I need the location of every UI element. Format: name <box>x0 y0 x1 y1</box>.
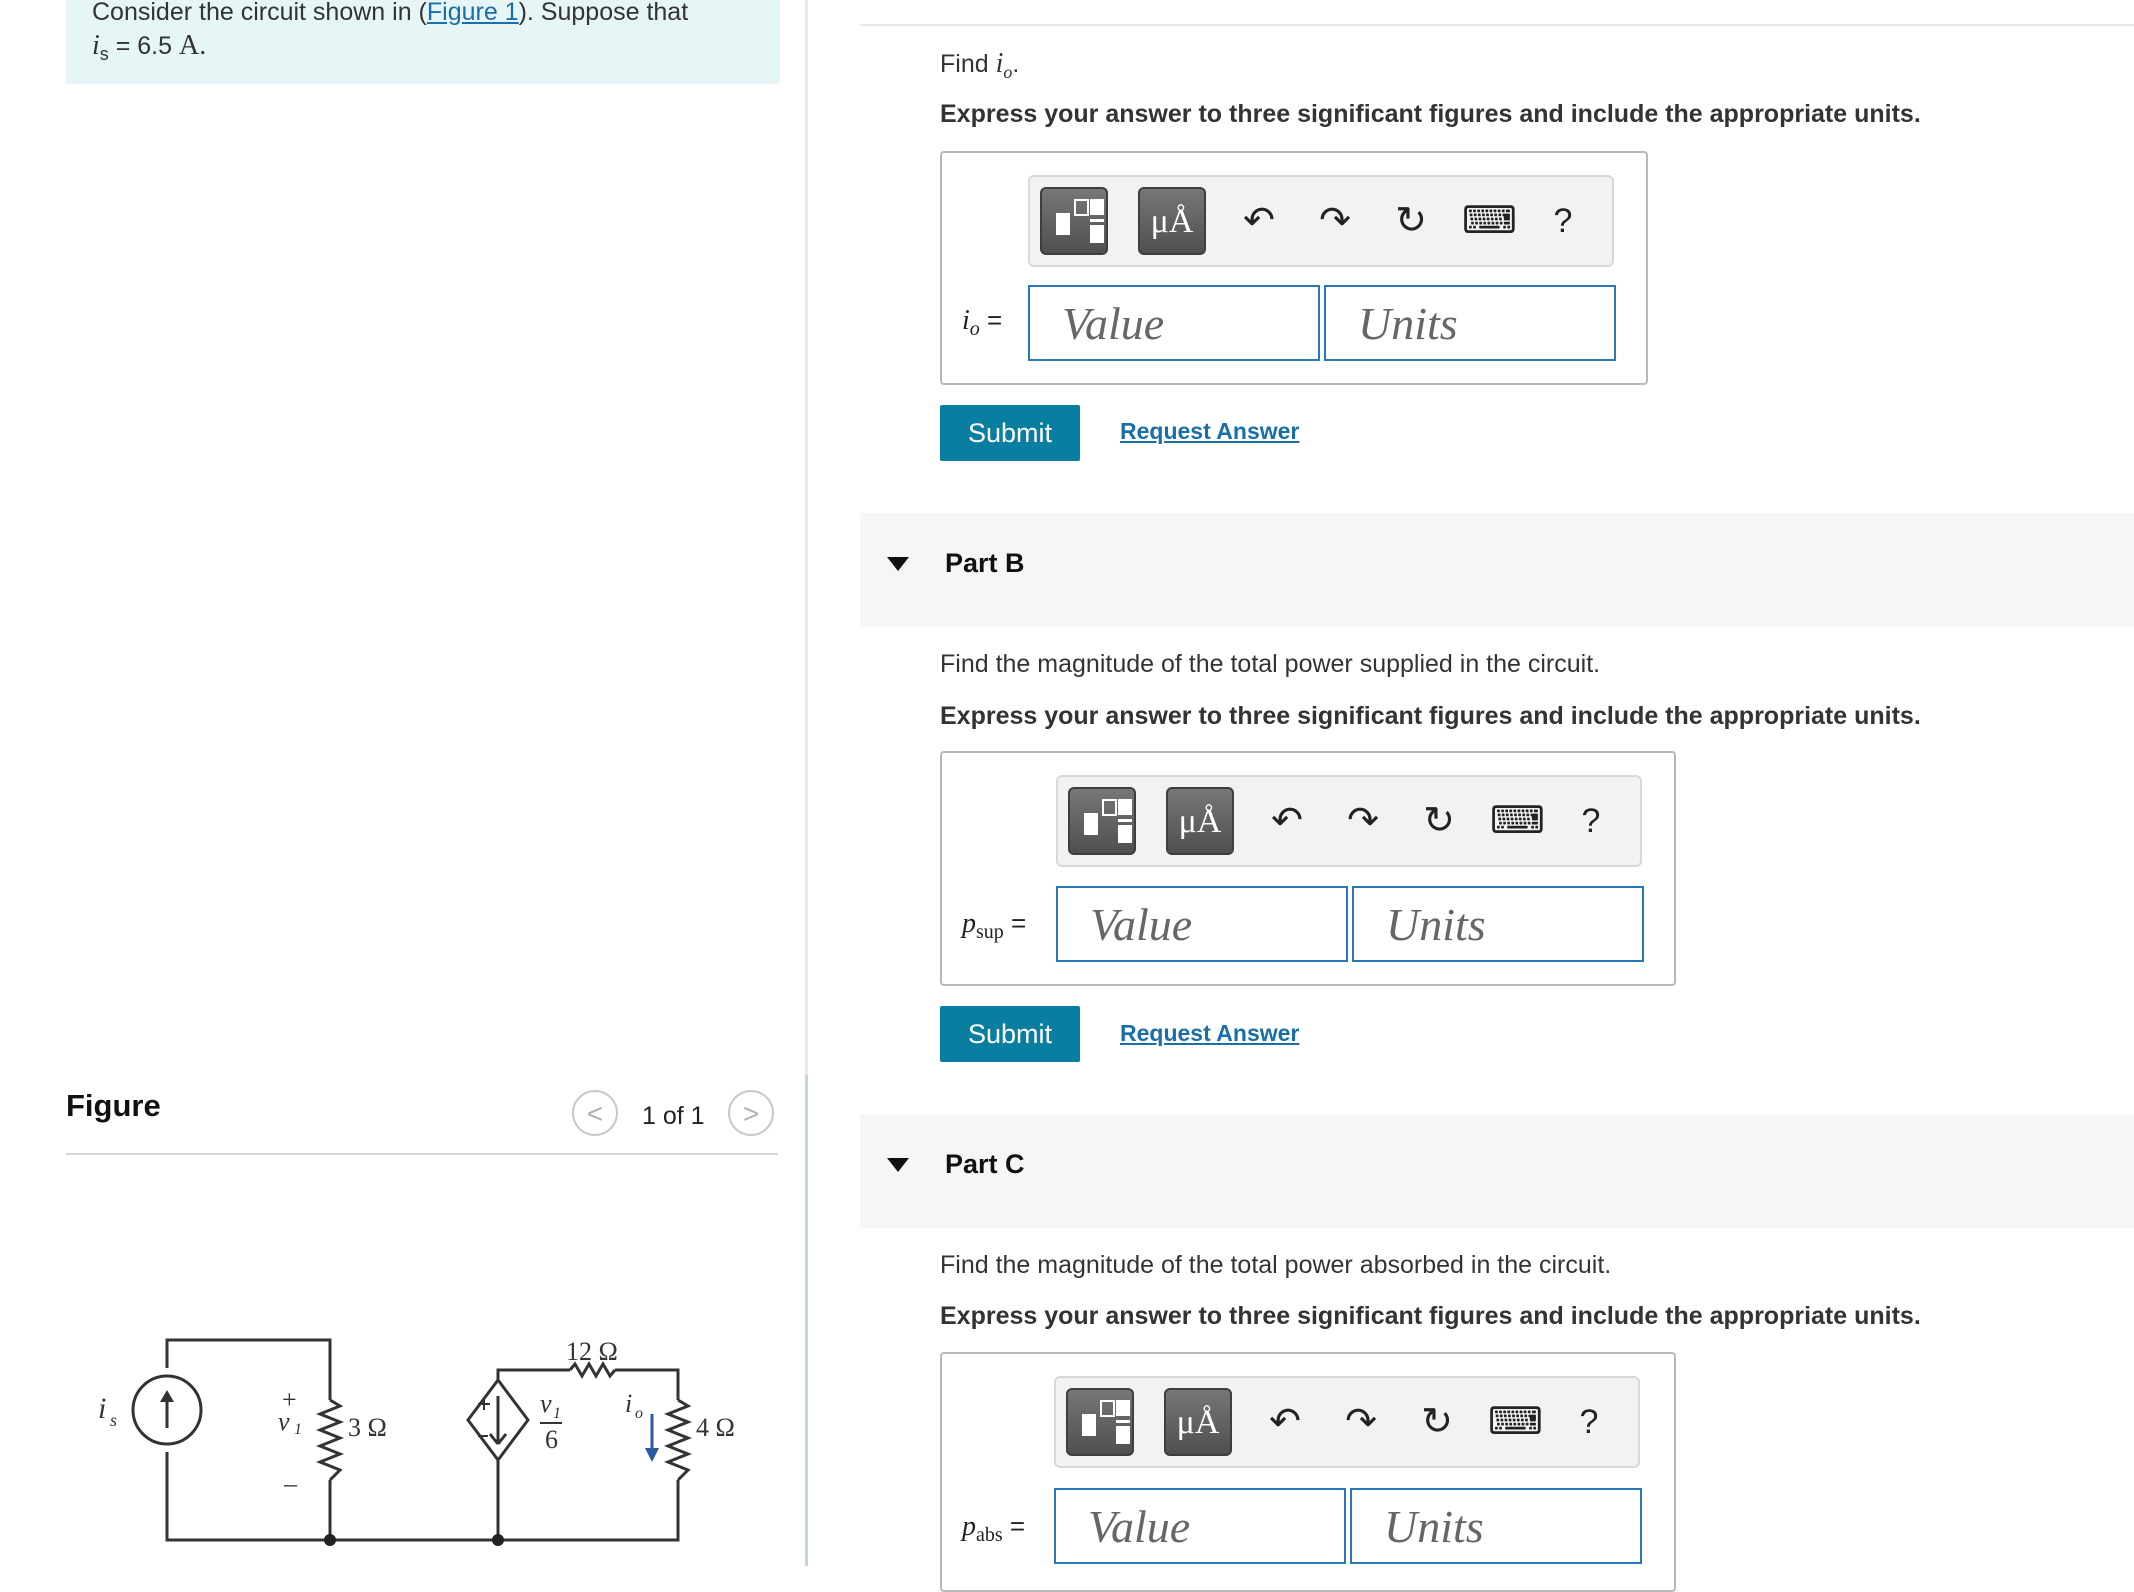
partB-header[interactable]: Part B <box>860 513 2134 627</box>
partC-keyboard-icon[interactable]: ⌨ <box>1488 1394 1543 1450</box>
figure-divider <box>66 1153 778 1155</box>
partC-help-icon[interactable]: ? <box>1564 1394 1614 1450</box>
partA-redo-icon[interactable]: ↷ <box>1310 193 1360 249</box>
partB-var-label: psup = <box>962 908 1027 944</box>
partA-help-icon[interactable]: ? <box>1538 193 1588 249</box>
partC-toolbar: μÅ ↶ ↷ ↻ ⌨ ? <box>1054 1376 1640 1468</box>
io-label: i <box>625 1389 632 1418</box>
partC-title: Part C <box>945 1149 1025 1179</box>
partB-title: Part B <box>945 548 1025 578</box>
partB-request-answer-link[interactable]: Request Answer <box>1120 1020 1299 1047</box>
partC-undo-icon[interactable]: ↶ <box>1260 1394 1310 1450</box>
v1-label-sub: 1 <box>294 1421 302 1438</box>
figure-link[interactable]: Figure 1 <box>427 0 519 26</box>
circuit-diagram: i s + v v 1 – 3 Ω 12 Ω 4 Ω v 1 6 i o + <box>98 1337 735 1546</box>
figure-prev-button[interactable]: < <box>572 1090 618 1136</box>
partC-collapse-icon[interactable] <box>887 1158 909 1172</box>
partA-question: Find io. <box>940 48 1020 82</box>
figure-next-button[interactable]: > <box>728 1090 774 1136</box>
partA-value-input[interactable] <box>1028 285 1320 361</box>
top-separator <box>860 0 2134 26</box>
problem-statement: Consider the circuit shown in (Figure 1)… <box>66 0 780 84</box>
partA-units-input[interactable] <box>1324 285 1616 361</box>
figure-counter: 1 of 1 <box>642 1102 705 1130</box>
partC-templates-button[interactable] <box>1066 1388 1134 1456</box>
partB-help-icon[interactable]: ? <box>1566 793 1616 849</box>
partA-keyboard-icon[interactable]: ⌨ <box>1462 193 1517 249</box>
partC-units-input[interactable] <box>1350 1488 1642 1564</box>
partC-var-label: pabs = <box>962 1511 1026 1547</box>
partA-templates-button[interactable] <box>1040 187 1108 255</box>
partB-templates-button[interactable] <box>1068 787 1136 855</box>
partA-instruction: Express your answer to three significant… <box>940 100 1921 128</box>
partA-answer-box: μÅ ↶ ↷ ↻ ⌨ ? io = <box>940 151 1648 385</box>
figure-title: Figure <box>66 1088 161 1123</box>
dep-num-sub: 1 <box>553 1405 561 1422</box>
partB-question: Find the magnitude of the total power su… <box>940 650 1601 678</box>
dep-den: 6 <box>545 1425 558 1454</box>
partB-redo-icon[interactable]: ↷ <box>1338 793 1388 849</box>
r3-label: 3 Ω <box>348 1413 387 1442</box>
partB-reset-icon[interactable]: ↻ <box>1414 793 1464 849</box>
r4-label: 4 Ω <box>696 1413 735 1442</box>
partC-units-button[interactable]: μÅ <box>1164 1388 1232 1456</box>
partA-undo-icon[interactable]: ↶ <box>1234 193 1284 249</box>
problem-intro: Consider the circuit shown in (Figure 1)… <box>92 0 689 26</box>
partC-header[interactable]: Part C <box>860 1114 2134 1228</box>
panel-divider-top <box>805 0 808 1075</box>
partA-reset-icon[interactable]: ↻ <box>1386 193 1436 249</box>
v1-label-main: v <box>278 1407 290 1436</box>
panel-divider <box>805 1075 808 1566</box>
problem-given: is = 6.5 A. <box>92 30 207 64</box>
v1-minus: – <box>283 1469 298 1498</box>
partB-undo-icon[interactable]: ↶ <box>1262 793 1312 849</box>
partC-answer-box: μÅ ↶ ↷ ↻ ⌨ ? pabs = <box>940 1352 1676 1592</box>
partB-submit-button[interactable]: Submit <box>940 1006 1080 1062</box>
partA-submit-button[interactable]: Submit <box>940 405 1080 461</box>
partB-keyboard-icon[interactable]: ⌨ <box>1490 793 1545 849</box>
partB-units-input[interactable] <box>1352 886 1644 962</box>
dep-num: v <box>540 1389 552 1418</box>
partC-value-input[interactable] <box>1054 1488 1346 1564</box>
partB-toolbar: μÅ ↶ ↷ ↻ ⌨ ? <box>1056 775 1642 867</box>
partC-redo-icon[interactable]: ↷ <box>1336 1394 1386 1450</box>
partB-instruction: Express your answer to three significant… <box>940 702 1921 730</box>
partC-instruction: Express your answer to three significant… <box>940 1302 1921 1330</box>
io-label-sub: o <box>635 1405 643 1422</box>
left-panel: Consider the circuit shown in (Figure 1)… <box>0 0 806 1566</box>
partB-answer-box: μÅ ↶ ↷ ↻ ⌨ ? psup = <box>940 751 1676 986</box>
r12-label: 12 Ω <box>566 1337 618 1366</box>
right-panel: Find io. Express your answer to three si… <box>860 0 2134 1592</box>
partB-units-button[interactable]: μÅ <box>1166 787 1234 855</box>
source-label-sub: s <box>110 1410 117 1430</box>
partC-reset-icon[interactable]: ↻ <box>1412 1394 1462 1450</box>
source-label: i <box>98 1392 106 1425</box>
partA-var-label: io = <box>962 305 1003 341</box>
partA-toolbar: μÅ ↶ ↷ ↻ ⌨ ? <box>1028 175 1614 267</box>
partA-units-button[interactable]: μÅ <box>1138 187 1206 255</box>
partA-request-answer-link[interactable]: Request Answer <box>1120 418 1299 445</box>
partB-collapse-icon[interactable] <box>887 557 909 571</box>
partC-question: Find the magnitude of the total power ab… <box>940 1251 1612 1279</box>
partB-value-input[interactable] <box>1056 886 1348 962</box>
